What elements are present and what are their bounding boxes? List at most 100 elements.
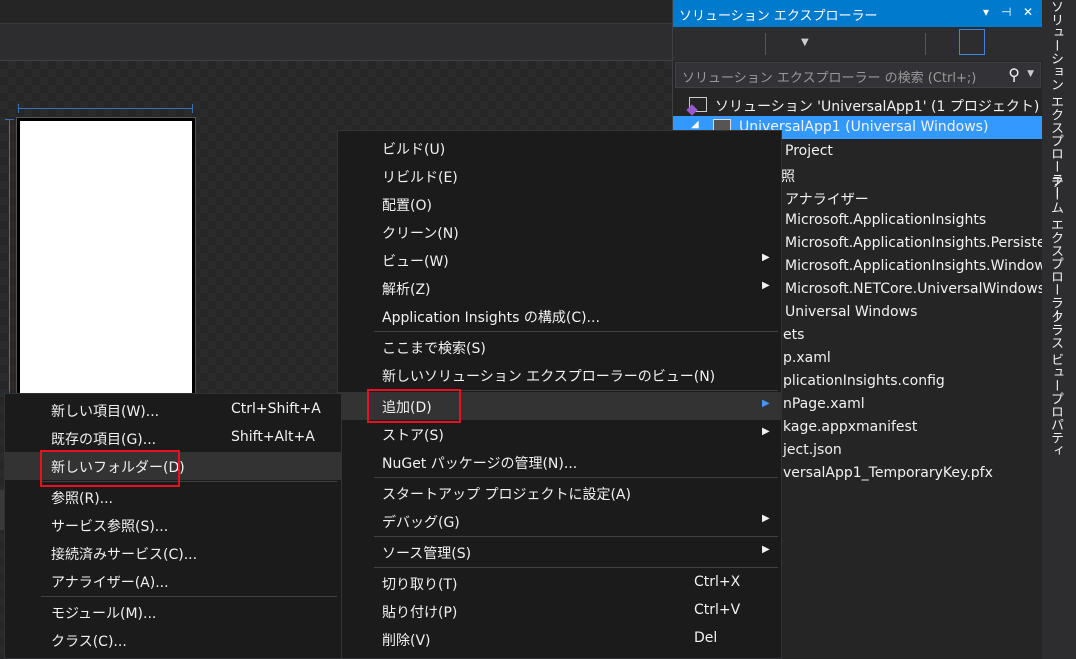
- toolbar-separator: [765, 33, 766, 55]
- menu-item-label: デバッグ(G): [382, 515, 460, 531]
- menu-item-class[interactable]: クラス(C)...: [5, 626, 341, 654]
- tab-solution-explorer[interactable]: ソリューション エクスプローラー: [1046, 0, 1065, 199]
- submenu-arrow-icon: ▶: [762, 398, 770, 409]
- tree-item-label: アナライザー: [785, 192, 869, 208]
- menu-item-label: リビルド(E): [382, 170, 458, 186]
- menu-item-label: 貼り付け(P): [382, 605, 458, 621]
- designer-tab-strip: [0, 0, 672, 24]
- menu-item-reference[interactable]: 参照(R)...: [5, 483, 341, 511]
- menu-item-shortcut: Ctrl+V: [694, 602, 741, 618]
- menu-item-service-reference[interactable]: サービス参照(S)...: [5, 511, 341, 539]
- tree-item-label: ets: [783, 327, 805, 343]
- menu-item-shortcut: Shift+Alt+A: [231, 429, 315, 445]
- chevron-down-icon[interactable]: ▼: [1027, 69, 1034, 79]
- toolbar-button[interactable]: [959, 29, 985, 55]
- menu-item-label: クラス(C)...: [51, 634, 127, 650]
- menu-item-label: 参照(R)...: [51, 491, 114, 507]
- tab-class-view[interactable]: クラス ビュー: [1046, 310, 1065, 392]
- menu-item-label: Application Insights の構成(C)...: [382, 310, 600, 326]
- highlight-box-new-folder: [40, 450, 180, 487]
- window-position-icon[interactable]: ▾: [983, 5, 989, 19]
- menu-item-delete[interactable]: 削除(V) Del: [338, 625, 781, 653]
- solution-explorer-title: ソリューション エクスプローラー: [679, 9, 878, 24]
- tree-item-label: plicationInsights.config: [783, 373, 945, 389]
- menu-separator: [374, 567, 778, 568]
- tree-item-label: Microsoft.NETCore.UniversalWindowsPl: [785, 281, 1058, 297]
- design-ruler-vertical: [5, 119, 14, 399]
- tree-item-label: versalApp1_TemporaryKey.pfx: [783, 465, 993, 481]
- tree-item-label: Microsoft.ApplicationInsights.Windows/: [785, 258, 1058, 274]
- menu-item-label: サービス参照(S)...: [51, 519, 169, 535]
- menu-item-analyze[interactable]: 解析(Z) ▶: [338, 274, 781, 302]
- tree-item-label: Project: [785, 143, 833, 159]
- menu-item-new-se-view[interactable]: 新しいソリューション エクスプローラーのビュー(N): [338, 361, 781, 389]
- menu-item-view[interactable]: ビュー(W) ▶: [338, 246, 781, 274]
- menu-item-label: ストア(S): [382, 428, 444, 444]
- menu-item-label: ビルド(U): [382, 142, 446, 158]
- menu-item-store[interactable]: ストア(S) ▶: [338, 420, 781, 448]
- submenu-arrow-icon: ▶: [762, 280, 770, 291]
- tree-item-label: ject.json: [783, 442, 842, 458]
- solution-explorer-toolbar: ▼: [673, 27, 1043, 61]
- tab-properties[interactable]: プロパティ: [1046, 392, 1065, 457]
- tree-item-label: Universal Windows: [785, 304, 918, 320]
- menu-item-nuget[interactable]: NuGet パッケージの管理(N)...: [338, 448, 781, 476]
- search-input[interactable]: ソリューション エクスプローラー の検索 (Ctrl+;): [682, 67, 976, 86]
- solution-explorer-titlebar: ソリューション エクスプローラー ▾ ⊣ ✕: [673, 0, 1043, 27]
- chevron-down-icon[interactable]: ▼: [801, 37, 809, 48]
- search-icon[interactable]: ⚲: [1008, 65, 1020, 84]
- menu-item-app-insights[interactable]: Application Insights の構成(C)...: [338, 302, 781, 330]
- page-preview[interactable]: [20, 121, 192, 401]
- menu-item-connected-service[interactable]: 接続済みサービス(C)...: [5, 539, 341, 567]
- menu-item-label: 接続済みサービス(C)...: [51, 547, 198, 563]
- solution-icon: [689, 97, 707, 112]
- expand-arrow-icon[interactable]: ◢: [691, 119, 699, 130]
- menu-item-existing-item[interactable]: 既存の項目(G)... Shift+Alt+A: [5, 424, 341, 452]
- menu-item-label: クリーン(N): [382, 226, 459, 242]
- menu-item-source-control[interactable]: ソース管理(S) ▶: [338, 538, 781, 566]
- design-ruler-horizontal: [18, 104, 193, 113]
- menu-item-shortcut: Ctrl+Shift+A: [231, 401, 321, 417]
- menu-item-module[interactable]: モジュール(M)...: [5, 598, 341, 626]
- menu-item-build[interactable]: ビルド(U): [338, 134, 781, 162]
- menu-item-label: 切り取り(T): [382, 577, 458, 593]
- menu-item-label: 解析(Z): [382, 282, 431, 298]
- submenu-arrow-icon: ▶: [762, 513, 770, 524]
- menu-item-new-item[interactable]: 新しい項目(W)... Ctrl+Shift+A: [5, 396, 341, 424]
- pin-icon[interactable]: ⊣: [1001, 5, 1011, 19]
- menu-item-label: 削除(V): [382, 633, 431, 649]
- menu-item-set-startup[interactable]: スタートアップ プロジェクトに設定(A): [338, 479, 781, 507]
- menu-item-debug[interactable]: デバッグ(G) ▶: [338, 507, 781, 535]
- menu-separator: [374, 331, 778, 332]
- menu-item-analyzer[interactable]: アナライザー(A)...: [5, 567, 341, 595]
- submenu-arrow-icon: ▶: [762, 252, 770, 263]
- menu-item-shortcut: Del: [694, 630, 718, 646]
- tree-item-label: Microsoft.ApplicationInsights.Persistenc: [785, 235, 1063, 251]
- menu-item-paste[interactable]: 貼り付け(P) Ctrl+V: [338, 597, 781, 625]
- side-tab-strip: ソリューション エクスプローラー チーム エクスプローラー クラス ビュー プロ…: [1042, 0, 1076, 659]
- menu-separator: [374, 536, 778, 537]
- menu-item-label: 既存の項目(G)...: [51, 432, 157, 448]
- menu-item-rebuild[interactable]: リビルド(E): [338, 162, 781, 190]
- tree-item-label: 照: [781, 169, 795, 185]
- tree-item-label: p.xaml: [783, 350, 831, 366]
- toolbar-separator: [925, 33, 926, 55]
- tree-item-label: ソリューション 'UniversalApp1' (1 プロジェクト): [715, 99, 1040, 115]
- tree-item-label: kage.appxmanifest: [783, 419, 918, 435]
- menu-item-label: スタートアップ プロジェクトに設定(A): [382, 487, 631, 503]
- tree-item-label: Microsoft.ApplicationInsights: [785, 212, 987, 228]
- menu-item-scope-to-this[interactable]: ここまで検索(S): [338, 333, 781, 361]
- menu-item-clean[interactable]: クリーン(N): [338, 218, 781, 246]
- add-submenu: 新しい項目(W)... Ctrl+Shift+A 既存の項目(G)... Shift…: [4, 393, 342, 659]
- menu-item-label: モジュール(M)...: [51, 606, 157, 622]
- menu-item-deploy[interactable]: 配置(O): [338, 190, 781, 218]
- menu-separator: [41, 596, 337, 597]
- solution-explorer-search[interactable]: ソリューション エクスプローラー の検索 (Ctrl+;) ⚲ ▼: [675, 62, 1041, 88]
- designer-toolbar: [0, 24, 672, 61]
- menu-item-cut[interactable]: 切り取り(T) Ctrl+X: [338, 569, 781, 597]
- tree-item-solution[interactable]: ソリューション 'UniversalApp1' (1 プロジェクト): [673, 93, 1043, 116]
- submenu-arrow-icon: ▶: [762, 544, 770, 555]
- menu-item-label: 新しい項目(W)...: [51, 404, 160, 420]
- close-icon[interactable]: ✕: [1023, 5, 1033, 19]
- tab-team-explorer[interactable]: チーム エクスプローラー: [1046, 175, 1065, 322]
